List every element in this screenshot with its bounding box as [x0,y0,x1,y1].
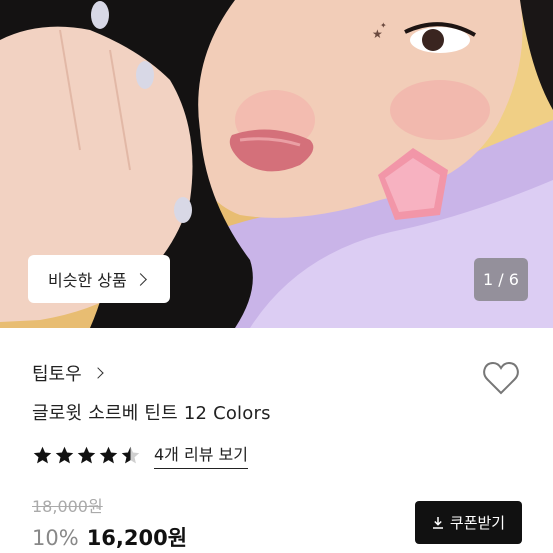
similar-products-button[interactable]: 비슷한 상품 [28,255,170,303]
chevron-right-icon [133,272,147,286]
star-icon [99,446,118,463]
coupon-button-label: 쿠폰받기 [449,514,506,532]
final-price: 16,200원 [86,526,188,550]
product-title: 글로윗 소르베 틴트 12 Colors [32,403,271,424]
similar-products-label: 비슷한 상품 [48,271,127,290]
download-icon [432,517,443,529]
svg-text:✦: ✦ [380,21,387,30]
image-pager-indicator: 1 / 6 [474,258,528,301]
star-icon [33,446,52,463]
half-star-icon [121,446,140,463]
wishlist-heart-button[interactable] [482,360,520,396]
reviews-link[interactable]: 4개 리뷰 보기 [154,441,248,469]
original-price: 18,000원 [32,497,103,516]
heart-outline-icon [483,361,519,395]
brand-name: 팁토우 [32,364,82,385]
price-row: 10% 16,200원 [32,522,187,552]
product-hero-image[interactable]: ★ ✦ 비슷한 상품 1 / 6 [0,0,553,328]
chevron-right-icon [92,367,104,379]
pager-text: 1 / 6 [483,270,519,289]
download-coupon-button[interactable]: 쿠폰받기 [415,501,522,544]
discount-rate: 10% [32,526,79,550]
rating-stars [32,445,142,466]
rating-row: 4개 리뷰 보기 [32,441,248,469]
star-icon [55,446,74,463]
brand-link[interactable]: 팁토우 [32,360,104,386]
star-icon [77,446,96,463]
